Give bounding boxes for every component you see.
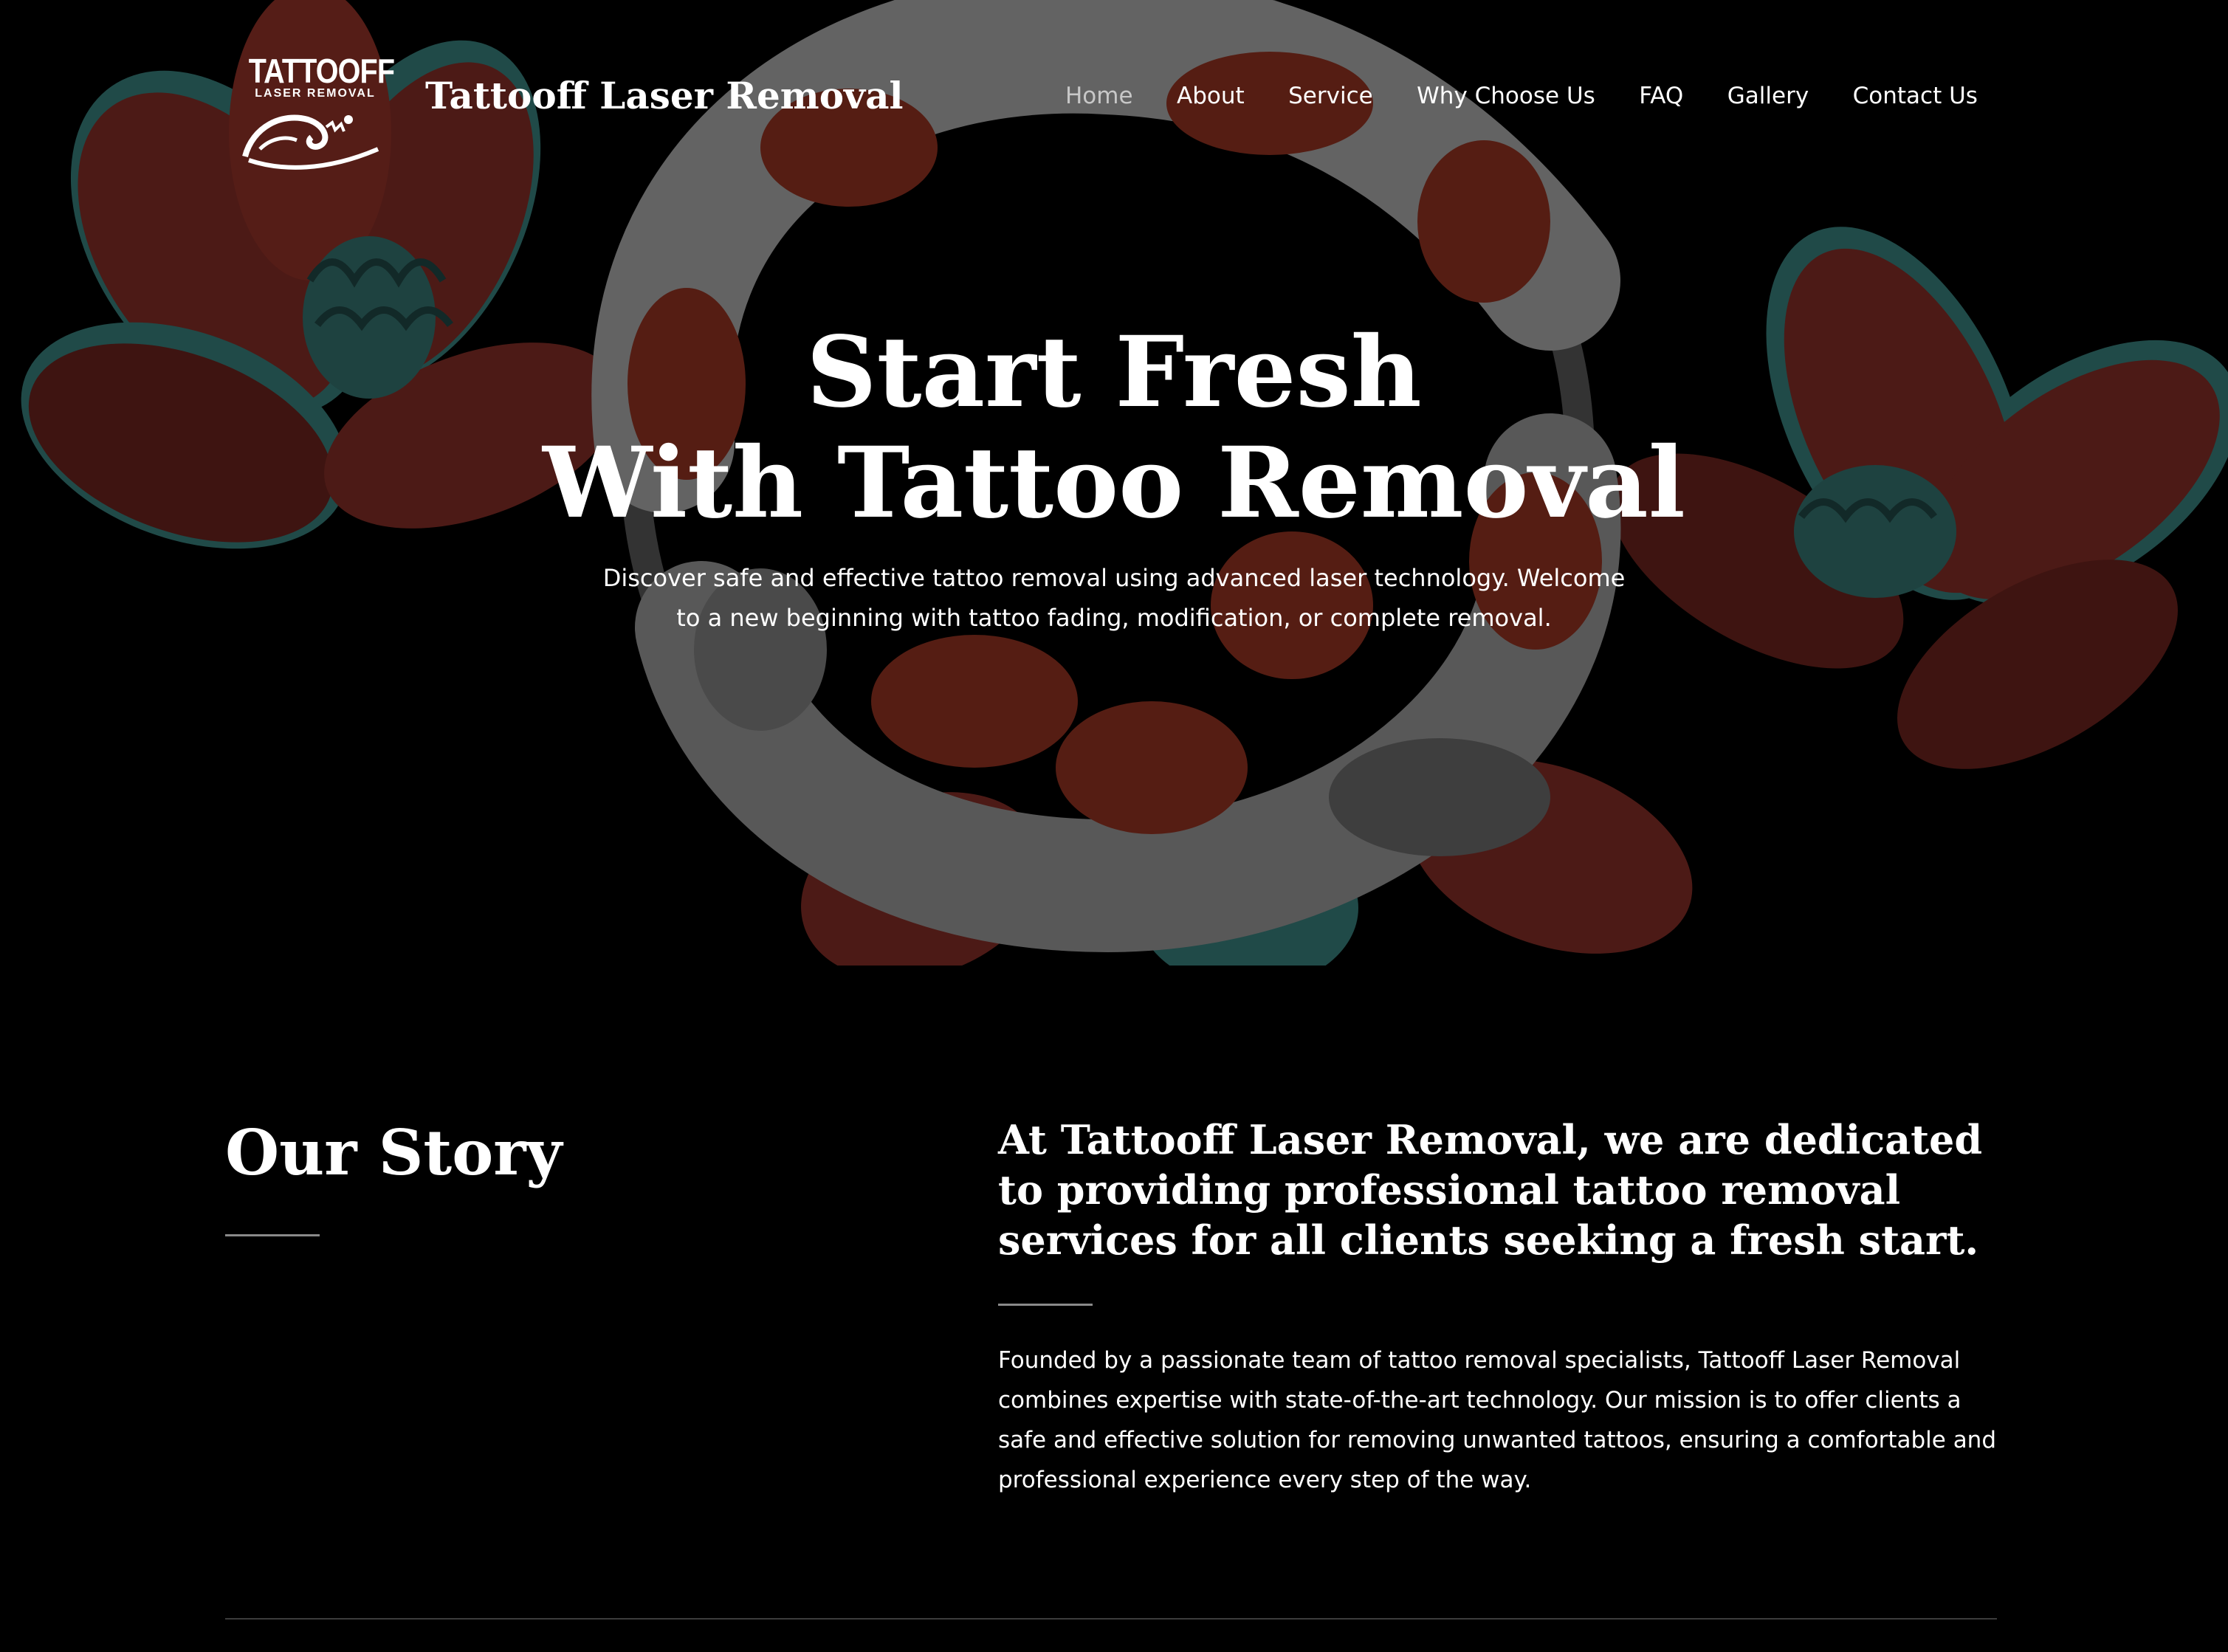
lead-divider	[998, 1304, 1093, 1306]
nav-gallery[interactable]: Gallery	[1727, 83, 1809, 109]
nav-faq[interactable]: FAQ	[1639, 83, 1683, 109]
logo-wordmark: TATTOOFF	[248, 52, 395, 90]
nav-why-choose-us[interactable]: Why Choose Us	[1417, 83, 1595, 109]
nav-service[interactable]: Service	[1288, 83, 1373, 109]
section-divider	[225, 1618, 1997, 1620]
hero-subtitle: Discover safe and effective tattoo remov…	[602, 564, 1626, 632]
nav-about[interactable]: About	[1177, 83, 1245, 109]
hero-section: TATTOOFF LASER REMOVAL Tattooff Laser Re…	[0, 0, 2228, 966]
hero-title-line-1: Start Fresh	[806, 315, 1422, 430]
hero-title: Start Fresh With Tattoo Removal	[0, 317, 2228, 539]
main-nav: Home About Service Why Choose Us FAQ Gal…	[1065, 83, 1978, 109]
heading-divider	[225, 1234, 320, 1236]
story-lead-text: At Tattooff Laser Removal, we are dedica…	[998, 1116, 1983, 1264]
site-header: TATTOOFF LASER REMOVAL Tattooff Laser Re…	[0, 0, 2228, 192]
hero-title-line-2: With Tattoo Removal	[543, 426, 1685, 540]
nav-contact-us[interactable]: Contact Us	[1853, 83, 1978, 109]
our-story-heading: Our Story	[225, 1116, 563, 1189]
wave-icon	[242, 114, 379, 170]
site-logo[interactable]: TATTOOFF LASER REMOVAL	[238, 52, 395, 177]
nav-home[interactable]: Home	[1065, 83, 1133, 109]
site-title[interactable]: Tattooff Laser Removal	[425, 74, 904, 117]
story-body-text: Founded by a passionate team of tattoo r…	[998, 1347, 1997, 1493]
